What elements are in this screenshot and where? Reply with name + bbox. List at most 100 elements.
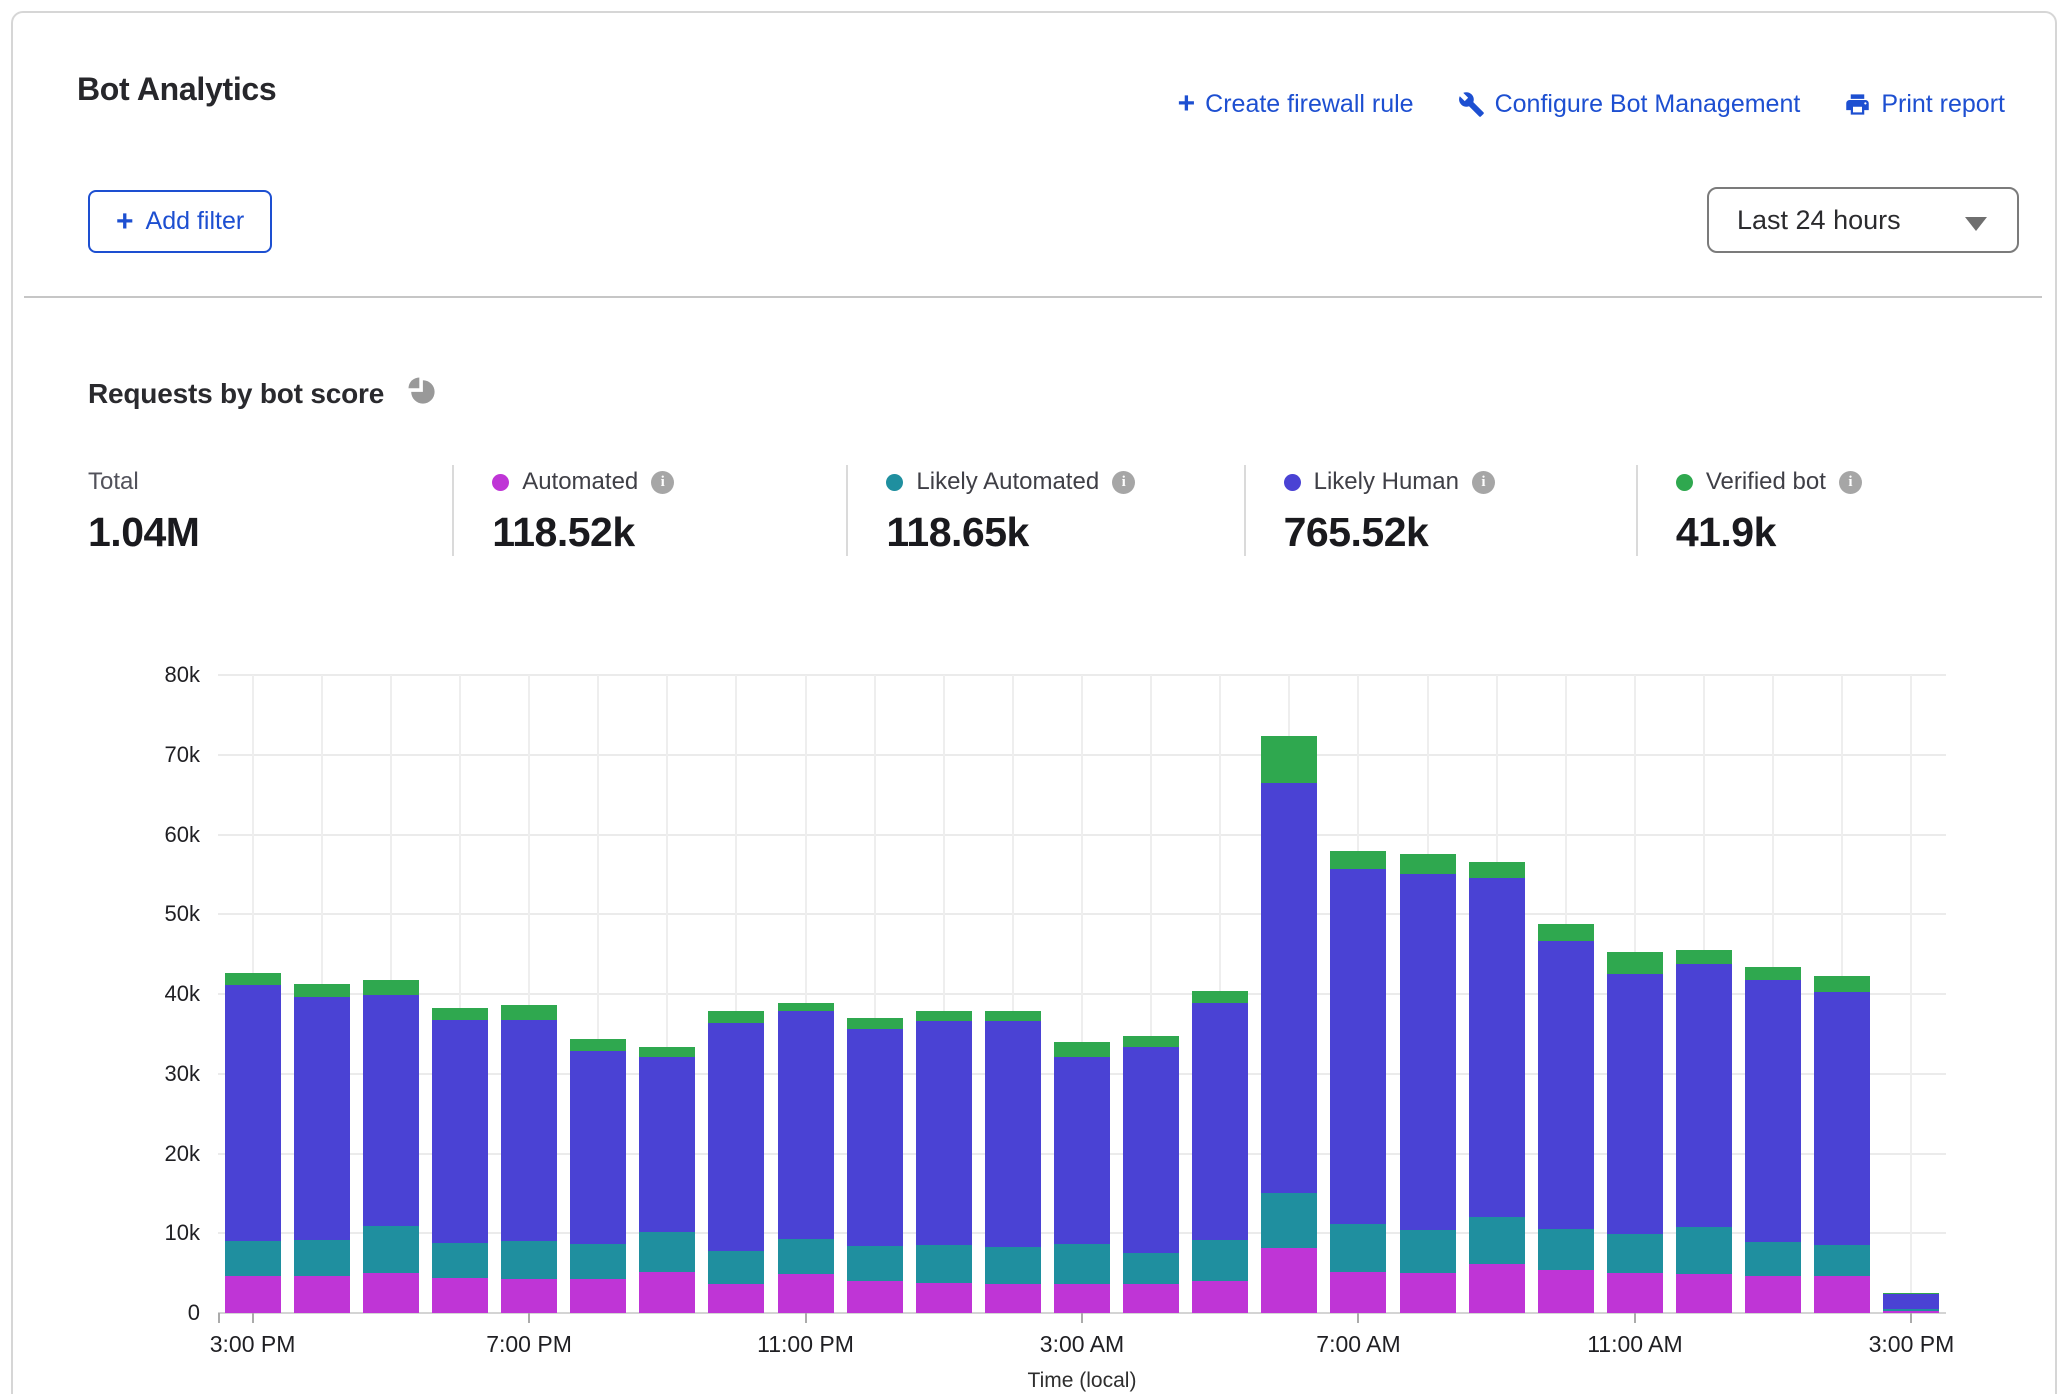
bar-stack[interactable] [294,984,350,1313]
bar-stack[interactable] [363,980,419,1313]
likely-automated-legend-dot [886,474,903,491]
create-firewall-rule-link[interactable]: + Create firewall rule [1178,89,1414,119]
bar-segment-likely-automated [501,1241,557,1278]
y-tick-label: 30k [108,1063,200,1085]
bar-segment-likely-automated [985,1247,1041,1284]
x-axis-tick [528,1313,530,1323]
stat-value: 1.04M [88,509,422,556]
bar-stack[interactable] [778,1003,834,1313]
bar-segment-automated [1607,1273,1663,1313]
bar-segment-likely-human [363,995,419,1226]
stat-value: 765.52k [1284,509,1606,556]
bar-stack[interactable] [1054,1042,1110,1313]
bar-segment-automated [1330,1272,1386,1313]
bar-segment-verified-bot [1261,736,1317,783]
plus-icon: + [1178,89,1196,119]
bar-stack[interactable] [708,1011,764,1313]
bar-segment-likely-human [1330,869,1386,1224]
bar-segment-likely-human [225,985,281,1241]
info-icon[interactable]: i [651,471,674,494]
x-tick-label: 11:00 PM [757,1331,854,1358]
bar-stack[interactable] [1330,851,1386,1313]
bar-segment-verified-bot [501,1005,557,1019]
info-icon[interactable]: i [1839,471,1862,494]
bar-stack[interactable] [1814,976,1870,1313]
bar-segment-likely-human [501,1020,557,1242]
bar-segment-likely-human [294,997,350,1239]
bar-segment-verified-bot [1123,1036,1179,1047]
bar-segment-likely-automated [1400,1230,1456,1273]
bar-segment-automated [501,1279,557,1313]
bar-segment-verified-bot [225,973,281,985]
configure-bot-management-link[interactable]: Configure Bot Management [1458,90,1801,119]
info-icon[interactable]: i [1472,471,1495,494]
x-tick-label: 3:00 PM [210,1331,296,1358]
bar-stack[interactable] [1745,967,1801,1313]
bar-stack[interactable] [1607,952,1663,1313]
print-report-link[interactable]: Print report [1844,90,2005,119]
bar-stack[interactable] [1400,854,1456,1313]
plot-area: Time (local) 3:00 PM7:00 PM11:00 PM3:00 … [218,675,1946,1313]
time-range-select[interactable]: Last 24 hours [1707,187,2019,253]
bar-segment-automated [1261,1248,1317,1313]
bar-segment-verified-bot [916,1011,972,1021]
bar-segment-likely-human [708,1023,764,1251]
bar-segment-automated [363,1273,419,1313]
bar-stack[interactable] [985,1011,1041,1313]
x-axis-tick [1634,1313,1636,1323]
bar-segment-automated [432,1278,488,1313]
bar-segment-likely-automated [1814,1245,1870,1276]
bar-stack[interactable] [1676,950,1732,1313]
bar-segment-automated [1745,1276,1801,1313]
bar-segment-likely-human [1054,1057,1110,1244]
time-range-value: Last 24 hours [1737,205,1901,236]
bar-segment-likely-automated [1469,1217,1525,1263]
bar-stack[interactable] [1192,991,1248,1313]
bar-segment-automated [639,1272,695,1313]
bar-segment-likely-human [1745,980,1801,1242]
bar-segment-automated [1538,1270,1594,1313]
bar-stack[interactable] [916,1011,972,1313]
bar-segment-likely-human [1192,1003,1248,1240]
bar-segment-automated [985,1284,1041,1313]
bar-segment-verified-bot [985,1011,1041,1021]
y-tick-label: 10k [108,1222,200,1244]
bar-stack[interactable] [639,1047,695,1313]
bar-stack[interactable] [225,973,281,1313]
bar-stack[interactable] [1261,736,1317,1313]
bar-stack[interactable] [847,1018,903,1313]
x-axis-tick [1910,1313,1912,1323]
bar-segment-automated [1814,1276,1870,1313]
bar-segment-verified-bot [1054,1042,1110,1057]
bar-stack[interactable] [1123,1036,1179,1314]
chevron-down-icon [1965,217,1987,231]
bar-segment-likely-human [1123,1047,1179,1254]
y-tick-label: 50k [108,903,200,925]
bar-segment-likely-automated [847,1246,903,1281]
pie-chart-icon [404,373,440,414]
section-title: Requests by bot score [88,378,384,410]
likely-human-legend-dot [1284,474,1301,491]
bar-segment-likely-automated [1192,1240,1248,1281]
bar-stack[interactable] [432,1008,488,1313]
bar-segment-verified-bot [1538,924,1594,941]
x-axis-tick [805,1313,807,1323]
bar-segment-automated [294,1276,350,1313]
bar-stack[interactable] [570,1039,626,1313]
stat-total: Total 1.04M [88,465,452,556]
x-axis-tick [1357,1313,1359,1323]
bar-stack[interactable] [1883,1293,1939,1313]
y-tick-label: 0 [108,1302,200,1324]
bar-stack[interactable] [501,1005,557,1313]
bar-segment-likely-human [639,1057,695,1232]
bar-segment-likely-human [1883,1294,1939,1309]
add-filter-button[interactable]: + Add filter [88,190,272,253]
bar-segment-verified-bot [1745,967,1801,981]
bar-stack[interactable] [1538,924,1594,1313]
configure-bot-management-label: Configure Bot Management [1495,90,1801,119]
bar-stack[interactable] [1469,862,1525,1313]
bar-segment-verified-bot [708,1011,764,1023]
stat-label: Likely Automated [916,468,1099,496]
x-axis-tick [1081,1313,1083,1323]
info-icon[interactable]: i [1112,471,1135,494]
